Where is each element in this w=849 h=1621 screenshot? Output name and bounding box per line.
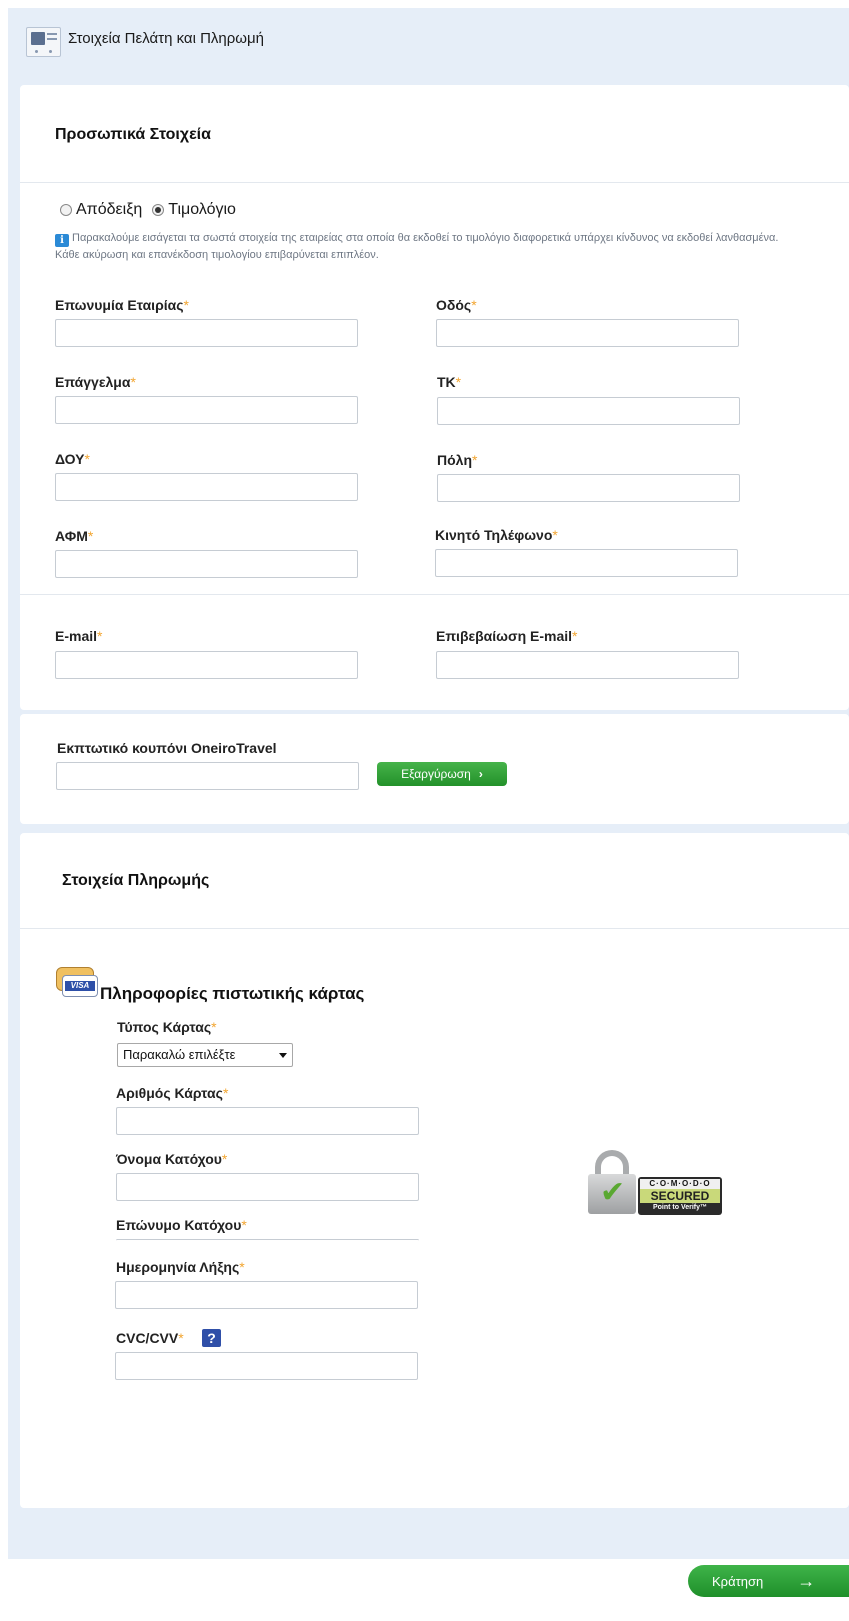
holder-name-input[interactable] bbox=[116, 1173, 419, 1201]
redeem-button-label: Εξαργύρωση bbox=[401, 767, 471, 781]
help-icon[interactable]: ? bbox=[202, 1329, 221, 1347]
vat-input[interactable] bbox=[55, 550, 358, 578]
zip-input[interactable] bbox=[437, 397, 740, 425]
receipt-radio-label[interactable]: Απόδειξη bbox=[76, 201, 142, 219]
profession-input[interactable] bbox=[55, 396, 358, 424]
card-section-title: Πληροφορίες πιστωτικής κάρτας bbox=[100, 984, 365, 1003]
holder-surname-label: Επώνυμο Κατόχου* bbox=[116, 1217, 247, 1233]
invoice-notice-text: Παρακαλούμε εισάγεται τα σωστά στοιχεία … bbox=[55, 232, 779, 261]
mobile-input[interactable] bbox=[435, 549, 738, 577]
city-input[interactable] bbox=[437, 474, 740, 502]
profession-label: Επάγγελμα* bbox=[55, 374, 136, 390]
cvc-label: CVC/CVV* bbox=[116, 1330, 184, 1346]
chevron-down-icon bbox=[279, 1053, 287, 1058]
tax-office-input[interactable] bbox=[55, 473, 358, 501]
card-number-input[interactable] bbox=[116, 1107, 419, 1135]
card-type-label: Τύπος Κάρτας* bbox=[117, 1019, 217, 1035]
tax-office-label: ΔΟΥ* bbox=[55, 451, 90, 467]
comodo-top-text: C·O·M·O·D·O bbox=[640, 1179, 720, 1189]
coupon-label: Εκπτωτικό κουπόνι OneiroTravel bbox=[57, 740, 277, 756]
comodo-secured-text: SECURED bbox=[640, 1189, 720, 1203]
expiry-label: Ημερομηνία Λήξης* bbox=[116, 1259, 245, 1275]
card-type-value: Παρακαλώ επιλέξτε bbox=[123, 1047, 236, 1062]
invoice-radio[interactable] bbox=[152, 204, 165, 216]
email-confirm-label: Επιβεβαίωση E-mail* bbox=[436, 628, 578, 644]
info-icon: i bbox=[55, 234, 69, 247]
invoice-radio-label[interactable]: Τιμολόγιο bbox=[168, 201, 236, 219]
invoice-notice: i Παρακαλούμε εισάγεται τα σωστά στοιχεία… bbox=[55, 230, 795, 264]
divider bbox=[20, 594, 849, 595]
email-input[interactable] bbox=[55, 651, 358, 679]
comodo-verify-text: Point to Verify™ bbox=[652, 1204, 708, 1211]
credit-card-icon: VISA bbox=[56, 967, 98, 997]
divider bbox=[20, 928, 849, 929]
payment-panel bbox=[20, 833, 849, 1508]
expiry-input[interactable] bbox=[115, 1281, 418, 1309]
book-button[interactable]: Κράτηση → bbox=[688, 1565, 849, 1597]
holder-surname-input[interactable] bbox=[116, 1239, 419, 1242]
checkmark-icon: ✔ bbox=[600, 1176, 626, 1209]
comodo-secured-badge[interactable]: ✔ C·O·M·O·D·O SECURED Point to Verify™ bbox=[588, 1150, 723, 1216]
personal-info-title: Προσωπικά Στοιχεία bbox=[55, 126, 211, 143]
company-input[interactable] bbox=[55, 319, 358, 347]
card-number-label: Αριθμός Κάρτας* bbox=[116, 1085, 229, 1101]
street-label: Οδός* bbox=[436, 297, 477, 313]
vat-label: ΑΦΜ* bbox=[55, 528, 94, 544]
mobile-label: Κινητό Τηλέφωνο* bbox=[435, 527, 558, 543]
company-label: Επωνυμία Εταιρίας* bbox=[55, 297, 189, 313]
book-button-label: Κράτηση bbox=[712, 1573, 764, 1589]
page-title: Στοιχεία Πελάτη και Πληρωμή bbox=[68, 30, 264, 47]
customer-card-icon bbox=[26, 27, 61, 57]
coupon-input[interactable] bbox=[56, 762, 359, 790]
holder-name-label: Όνομα Κατόχου* bbox=[116, 1151, 228, 1167]
zip-label: ΤΚ* bbox=[437, 374, 462, 390]
email-label: E-mail* bbox=[55, 628, 103, 644]
receipt-radio[interactable] bbox=[60, 204, 72, 216]
document-type-radio-group: Απόδειξη Τιμολόγιο bbox=[60, 201, 246, 219]
divider bbox=[20, 182, 849, 183]
cvc-input[interactable] bbox=[115, 1352, 418, 1380]
chevron-right-icon: › bbox=[478, 767, 483, 781]
city-label: Πόλη* bbox=[437, 452, 478, 468]
arrow-right-icon: → bbox=[797, 1570, 816, 1591]
redeem-button[interactable]: Εξαργύρωση › bbox=[377, 762, 507, 786]
street-input[interactable] bbox=[436, 319, 739, 347]
payment-title: Στοιχεία Πληρωμής bbox=[62, 872, 210, 889]
email-confirm-input[interactable] bbox=[436, 651, 739, 679]
card-type-select[interactable]: Παρακαλώ επιλέξτε bbox=[117, 1043, 293, 1067]
